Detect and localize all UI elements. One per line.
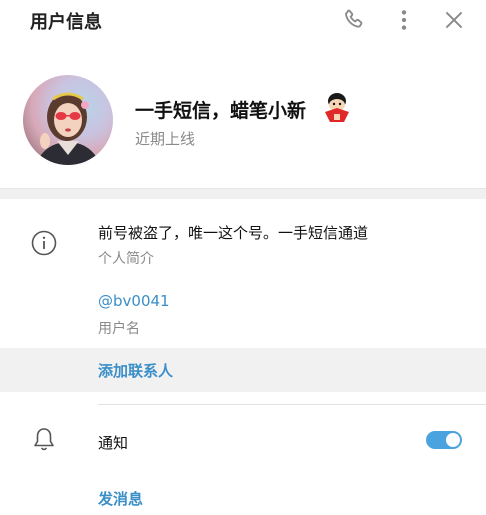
notifications-toggle[interactable] xyxy=(426,431,462,449)
divider xyxy=(98,404,486,405)
notifications-label: 通知 xyxy=(98,434,129,452)
cartoon-character-icon xyxy=(320,90,354,124)
dialog-header: 用户信息 xyxy=(0,0,486,40)
profile-name: 一手短信，蜡笔小新 xyxy=(135,100,307,122)
add-contact-button[interactable]: 添加联系人 xyxy=(0,348,486,392)
bio-label: 个人简介 xyxy=(98,251,154,267)
bio-text: 前号被盗了，唯一这个号。一手短信通道 xyxy=(98,224,369,242)
username-link[interactable]: @bv0041 xyxy=(98,292,170,310)
send-message-button[interactable]: 发消息 xyxy=(98,488,143,509)
close-icon[interactable] xyxy=(441,7,467,33)
more-vertical-icon[interactable] xyxy=(391,7,417,33)
add-contact-label: 添加联系人 xyxy=(98,362,174,380)
avatar[interactable] xyxy=(23,75,113,165)
dialog-title: 用户信息 xyxy=(30,12,102,33)
username-label: 用户名 xyxy=(98,321,140,337)
toggle-knob xyxy=(446,433,460,447)
section-divider xyxy=(0,188,486,199)
bell-icon xyxy=(31,426,57,454)
online-status: 近期上线 xyxy=(135,130,196,148)
phone-icon[interactable] xyxy=(341,7,367,33)
profile-section: 一手短信，蜡笔小新 近期上线 xyxy=(0,60,486,188)
info-icon xyxy=(30,229,58,257)
